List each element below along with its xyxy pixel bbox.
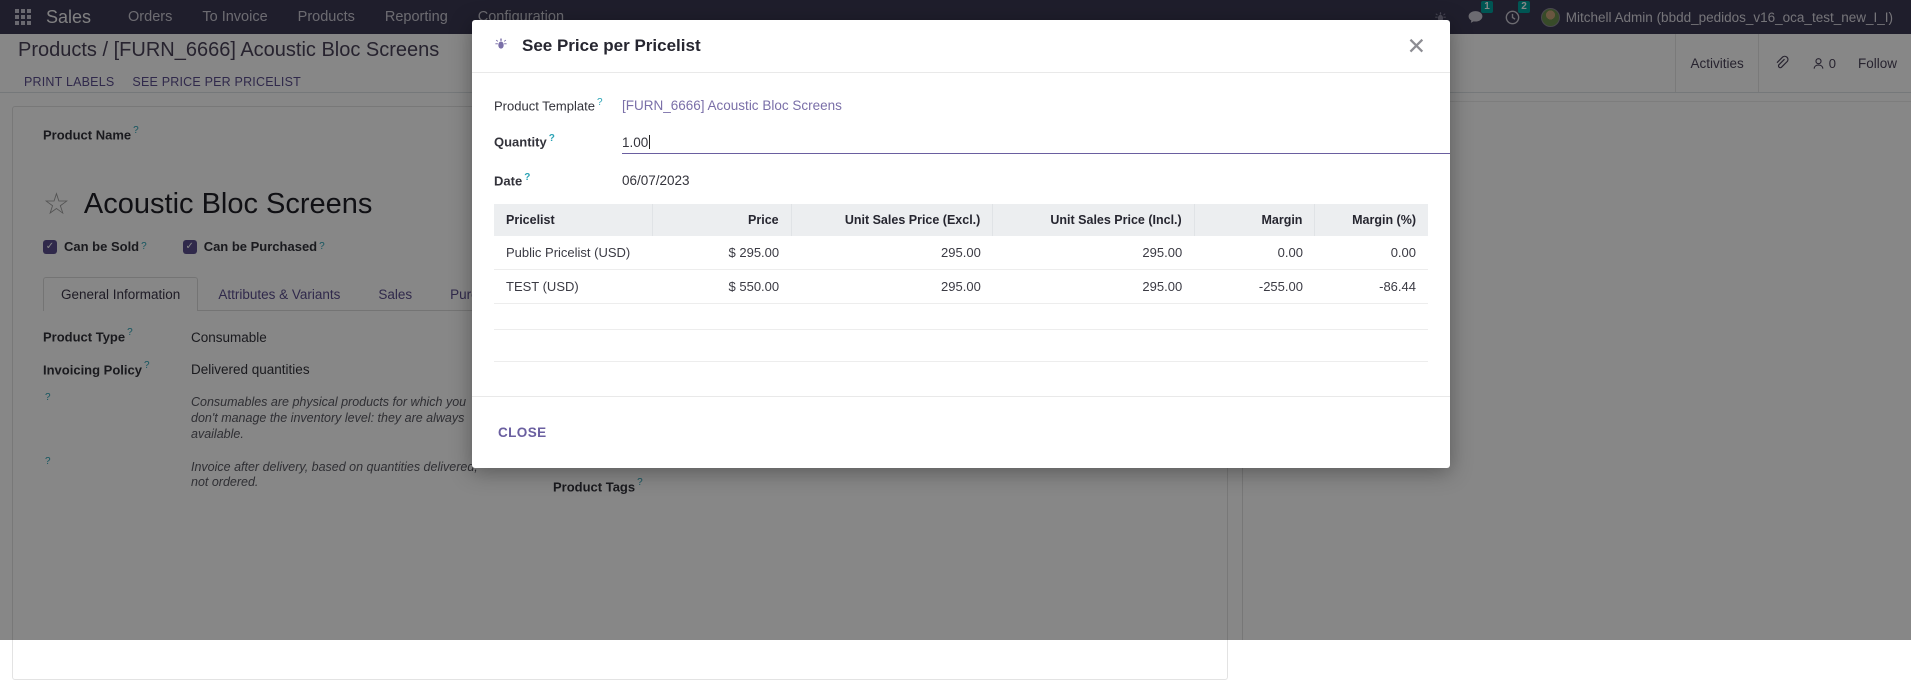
cell-margin-percent: 0.00 (1315, 236, 1428, 270)
pricelist-table: Pricelist Price Unit Sales Price (Excl.)… (494, 204, 1428, 362)
quantity-input[interactable]: 1.00 (622, 135, 1450, 154)
tooltip-icon[interactable]: ? (549, 133, 555, 144)
quantity-label: Quantity (494, 135, 547, 150)
cell-margin-percent: -86.44 (1315, 269, 1428, 303)
product-template-label-wrap: Product Template? (494, 97, 622, 113)
col-pricelist[interactable]: Pricelist (494, 204, 652, 236)
dialog-field-quantity: Quantity? 1.00 (494, 133, 1428, 153)
col-price[interactable]: Price (652, 204, 791, 236)
tooltip-icon[interactable]: ? (524, 172, 530, 183)
cell-margin: 0.00 (1194, 236, 1315, 270)
cell-pricelist: TEST (USD) (494, 269, 652, 303)
product-template-label: Product Template (494, 98, 595, 113)
dialog-body: Product Template? [FURN_6666] Acoustic B… (472, 73, 1450, 396)
dialog-footer: CLOSE (472, 396, 1450, 468)
table-header-row: Pricelist Price Unit Sales Price (Excl.)… (494, 204, 1428, 236)
cell-margin: -255.00 (1194, 269, 1315, 303)
cell-unit-sales-price-excl: 295.00 (791, 269, 993, 303)
quantity-label-wrap: Quantity? (494, 133, 622, 149)
product-template-value-wrap: [FURN_6666] Acoustic Bloc Screens (622, 98, 1428, 113)
cell-unit-sales-price-excl: 295.00 (791, 236, 993, 270)
dialog-field-product-template: Product Template? [FURN_6666] Acoustic B… (494, 97, 1428, 113)
close-icon[interactable]: ✕ (1401, 31, 1432, 62)
cell-unit-sales-price-incl: 295.00 (993, 269, 1194, 303)
table-filler-row (494, 303, 1428, 329)
close-button[interactable]: CLOSE (494, 419, 551, 446)
cell-pricelist: Public Pricelist (USD) (494, 236, 652, 270)
col-unit-sales-price-excl[interactable]: Unit Sales Price (Excl.) (791, 204, 993, 236)
pricelist-table-head: Pricelist Price Unit Sales Price (Excl.)… (494, 204, 1428, 236)
cell-unit-sales-price-incl: 295.00 (993, 236, 1194, 270)
col-margin-percent[interactable]: Margin (%) (1315, 204, 1428, 236)
tooltip-icon[interactable]: ? (597, 97, 603, 108)
quantity-value-wrap: 1.00 (622, 135, 1450, 154)
dialog-field-date: Date? 06/07/2023 (494, 172, 1428, 188)
dialog-title: See Price per Pricelist (522, 36, 701, 56)
col-unit-sales-price-incl[interactable]: Unit Sales Price (Incl.) (993, 204, 1194, 236)
pricelist-table-body: Public Pricelist (USD) $ 295.00 295.00 2… (494, 236, 1428, 362)
see-price-per-pricelist-dialog: See Price per Pricelist ✕ Product Templa… (472, 20, 1450, 468)
table-row[interactable]: TEST (USD) $ 550.00 295.00 295.00 -255.0… (494, 269, 1428, 303)
product-template-value[interactable]: [FURN_6666] Acoustic Bloc Screens (622, 98, 842, 113)
col-margin[interactable]: Margin (1194, 204, 1315, 236)
date-value[interactable]: 06/07/2023 (622, 173, 1428, 188)
cell-price: $ 550.00 (652, 269, 791, 303)
date-label-wrap: Date? (494, 172, 622, 188)
date-label: Date (494, 173, 522, 188)
bug-icon (494, 37, 508, 55)
quantity-input-value: 1.00 (622, 135, 648, 150)
dialog-header: See Price per Pricelist ✕ (472, 20, 1450, 73)
cell-price: $ 295.00 (652, 236, 791, 270)
text-caret (649, 135, 650, 149)
table-filler-row (494, 329, 1428, 361)
table-row[interactable]: Public Pricelist (USD) $ 295.00 295.00 2… (494, 236, 1428, 270)
